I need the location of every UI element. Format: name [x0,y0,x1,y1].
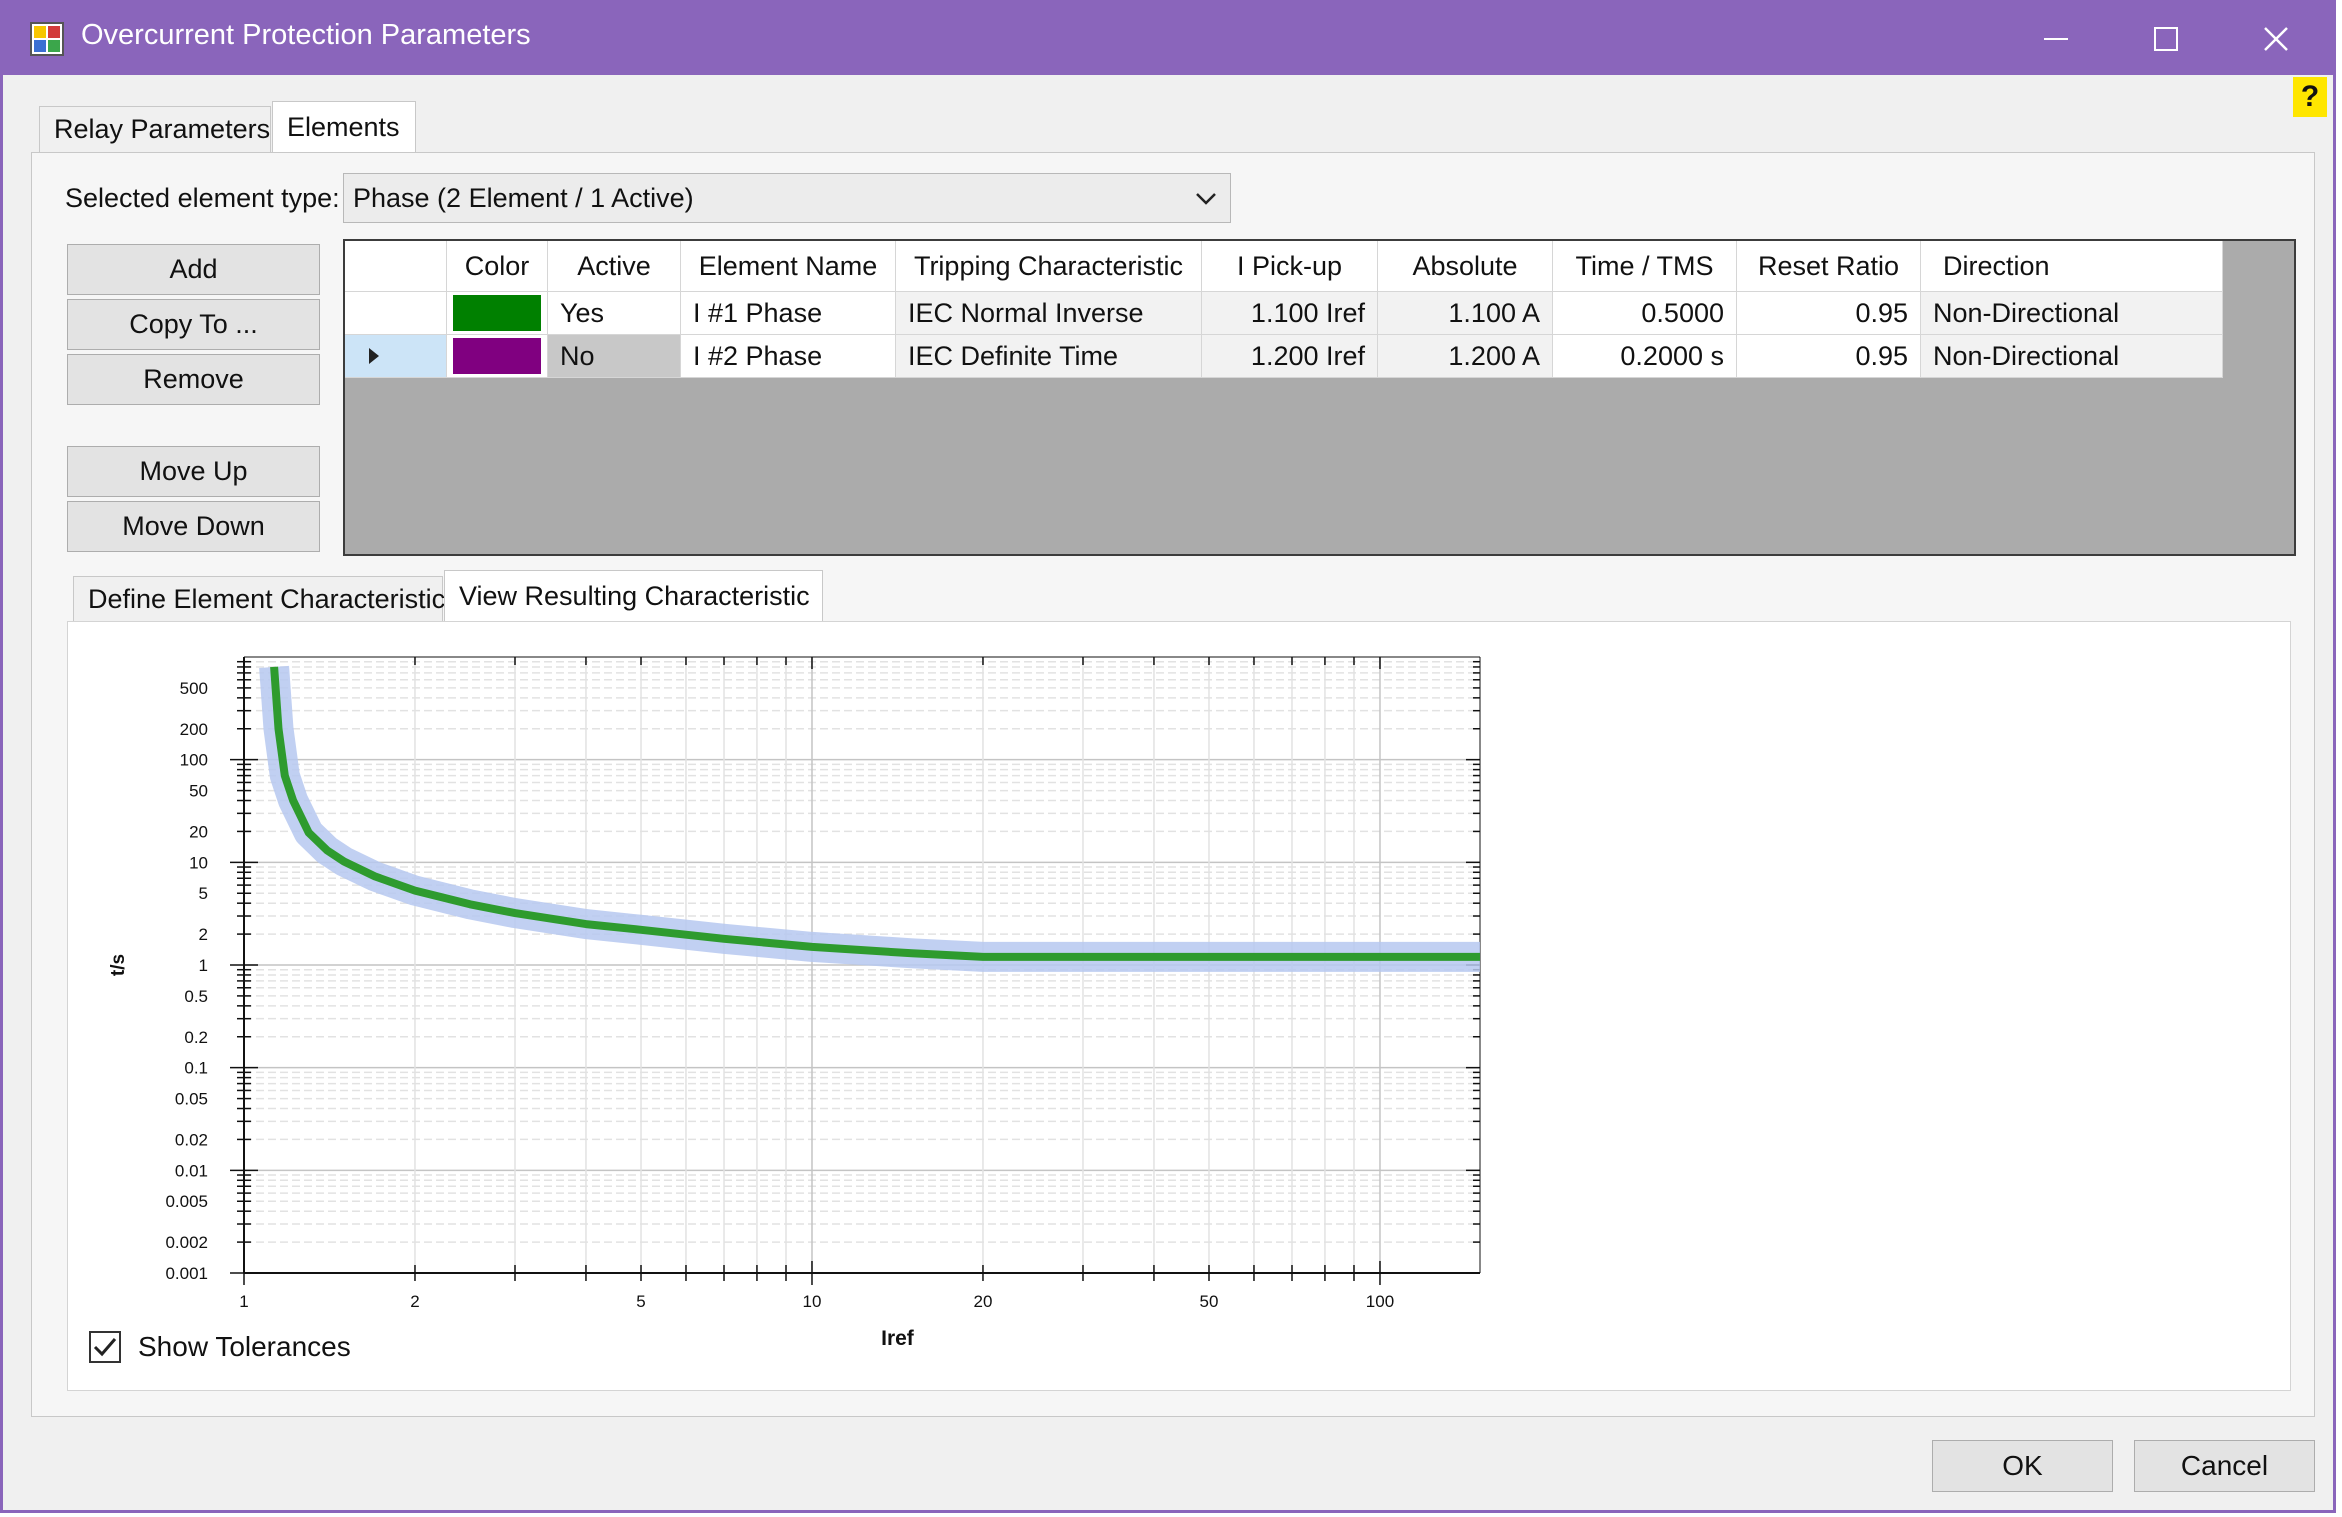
y-tick-label: 0.001 [165,1264,208,1283]
tab-define-element-characteristic[interactable]: Define Element Characteristic [73,576,445,622]
y-axis-label: t/s [108,954,129,976]
y-tick-label: 5 [199,884,208,903]
reset-ratio-cell[interactable]: 0.95 [1737,292,1921,335]
active-cell[interactable]: Yes [548,292,681,335]
element-name-cell[interactable]: I #1 Phase [681,292,896,335]
y-tick-label: 0.002 [165,1233,208,1252]
y-tick-label: 0.1 [184,1059,208,1078]
y-tick-label: 100 [180,751,208,770]
x-tick-label: 50 [1200,1292,1219,1311]
time-tms-cell[interactable]: 0.2000 s [1553,335,1737,378]
minimize-icon [2044,38,2068,40]
column-header-absolute[interactable]: Absolute [1378,241,1553,292]
x-tick-label: 10 [803,1292,822,1311]
column-header-color[interactable]: Color [447,241,548,292]
x-tick-label: 2 [410,1292,419,1311]
y-tick-label: 200 [180,720,208,739]
show-tolerances-label: Show Tolerances [138,1331,351,1362]
column-header-selector [345,241,447,292]
y-tick-label: 0.01 [175,1161,208,1180]
characteristic-chart-panel: 500 200 100 50 20 10 5 2 1 0.5 0.2 0.1 0.05 0.02 0.01 0… [67,621,2291,1391]
x-tick-label: 20 [974,1292,993,1311]
absolute-cell: 1.200 A [1378,335,1553,378]
element-type-label: Selected element type: [65,183,340,213]
pickup-cell[interactable]: 1.100 Iref [1202,292,1378,335]
tab-view-resulting-characteristic[interactable]: View Resulting Characteristic [444,570,823,622]
column-header-element-name[interactable]: Element Name [681,241,896,292]
close-icon [2264,27,2288,51]
y-tick-label: 0.02 [175,1130,208,1149]
column-header-tripping-characteristic[interactable]: Tripping Characteristic [896,241,1202,292]
window-title: Overcurrent Protection Parameters [81,19,531,51]
y-tick-label: 0.05 [175,1090,208,1109]
column-header-pickup[interactable]: I Pick-up [1202,241,1378,292]
current-row-arrow-icon [369,348,379,364]
x-tick-label: 5 [636,1292,645,1311]
y-tick-label: 20 [189,822,208,841]
column-header-time-tms[interactable]: Time / TMS [1553,241,1737,292]
column-header-active[interactable]: Active [548,241,681,292]
dialog-window: Overcurrent Protection Parameters ? Rela… [0,0,2336,1513]
active-cell[interactable]: No [548,335,681,378]
x-axis-label: Iref [881,1327,915,1350]
row-selector-current[interactable] [345,335,447,378]
app-icon [30,22,64,56]
maximize-icon [2154,27,2178,51]
y-tick-label: 10 [189,853,208,872]
absolute-cell: 1.100 A [1378,292,1553,335]
y-tick-label: 2 [199,925,208,944]
color-swatch [453,295,541,331]
y-tick-label: 0.5 [184,987,208,1006]
cancel-button[interactable]: Cancel [2134,1440,2315,1492]
column-header-direction[interactable]: Direction [1921,241,2223,292]
y-tick-label: 50 [189,782,208,801]
direction-cell[interactable]: Non-Directional [1921,335,2223,378]
time-tms-cell[interactable]: 0.5000 [1553,292,1737,335]
pickup-cell[interactable]: 1.200 Iref [1202,335,1378,378]
y-tick-label: 500 [180,679,208,698]
element-name-cell[interactable]: I #2 Phase [681,335,896,378]
tripping-characteristic-cell[interactable]: IEC Definite Time [896,335,1202,378]
close-button[interactable] [2221,3,2331,75]
add-button[interactable]: Add [67,244,320,295]
checkmark-icon [93,1338,117,1357]
tab-relay-parameters[interactable]: Relay Parameters [39,106,271,152]
tab-elements[interactable]: Elements [272,101,416,153]
x-tick-label: 100 [1366,1292,1394,1311]
direction-cell[interactable]: Non-Directional [1921,292,2223,335]
y-tick-label: 1 [199,956,208,975]
move-down-button[interactable]: Move Down [67,501,320,552]
color-swatch [453,338,541,374]
show-tolerances-checkbox[interactable] [89,1331,121,1363]
trip-characteristic-chart: 500 200 100 50 20 10 5 2 1 0.5 0.2 0.1 0.05 0.02 0.01 0… [108,656,1481,1350]
x-tick-label: 1 [239,1292,248,1311]
title-bar[interactable]: Overcurrent Protection Parameters [3,3,2333,75]
chevron-down-icon [1196,193,1216,205]
ok-button[interactable]: OK [1932,1440,2113,1492]
maximize-button[interactable] [2111,3,2221,75]
y-tick-label: 0.2 [184,1028,208,1047]
remove-button[interactable]: Remove [67,354,320,405]
color-cell[interactable] [447,292,548,335]
column-header-reset-ratio[interactable]: Reset Ratio [1737,241,1921,292]
element-type-select[interactable]: Phase (2 Element / 1 Active) [343,173,1231,223]
elements-table: Color Active Element Name Tripping Chara… [343,239,2296,556]
help-icon[interactable]: ? [2293,77,2327,117]
copy-to-button[interactable]: Copy To ... [67,299,320,350]
y-tick-label: 0.005 [165,1192,208,1211]
color-cell[interactable] [447,335,548,378]
row-selector[interactable] [345,292,447,335]
minimize-button[interactable] [2001,3,2111,75]
move-up-button[interactable]: Move Up [67,446,320,497]
element-type-value: Phase (2 Element / 1 Active) [353,183,694,213]
reset-ratio-cell[interactable]: 0.95 [1737,335,1921,378]
tripping-characteristic-cell[interactable]: IEC Normal Inverse [896,292,1202,335]
